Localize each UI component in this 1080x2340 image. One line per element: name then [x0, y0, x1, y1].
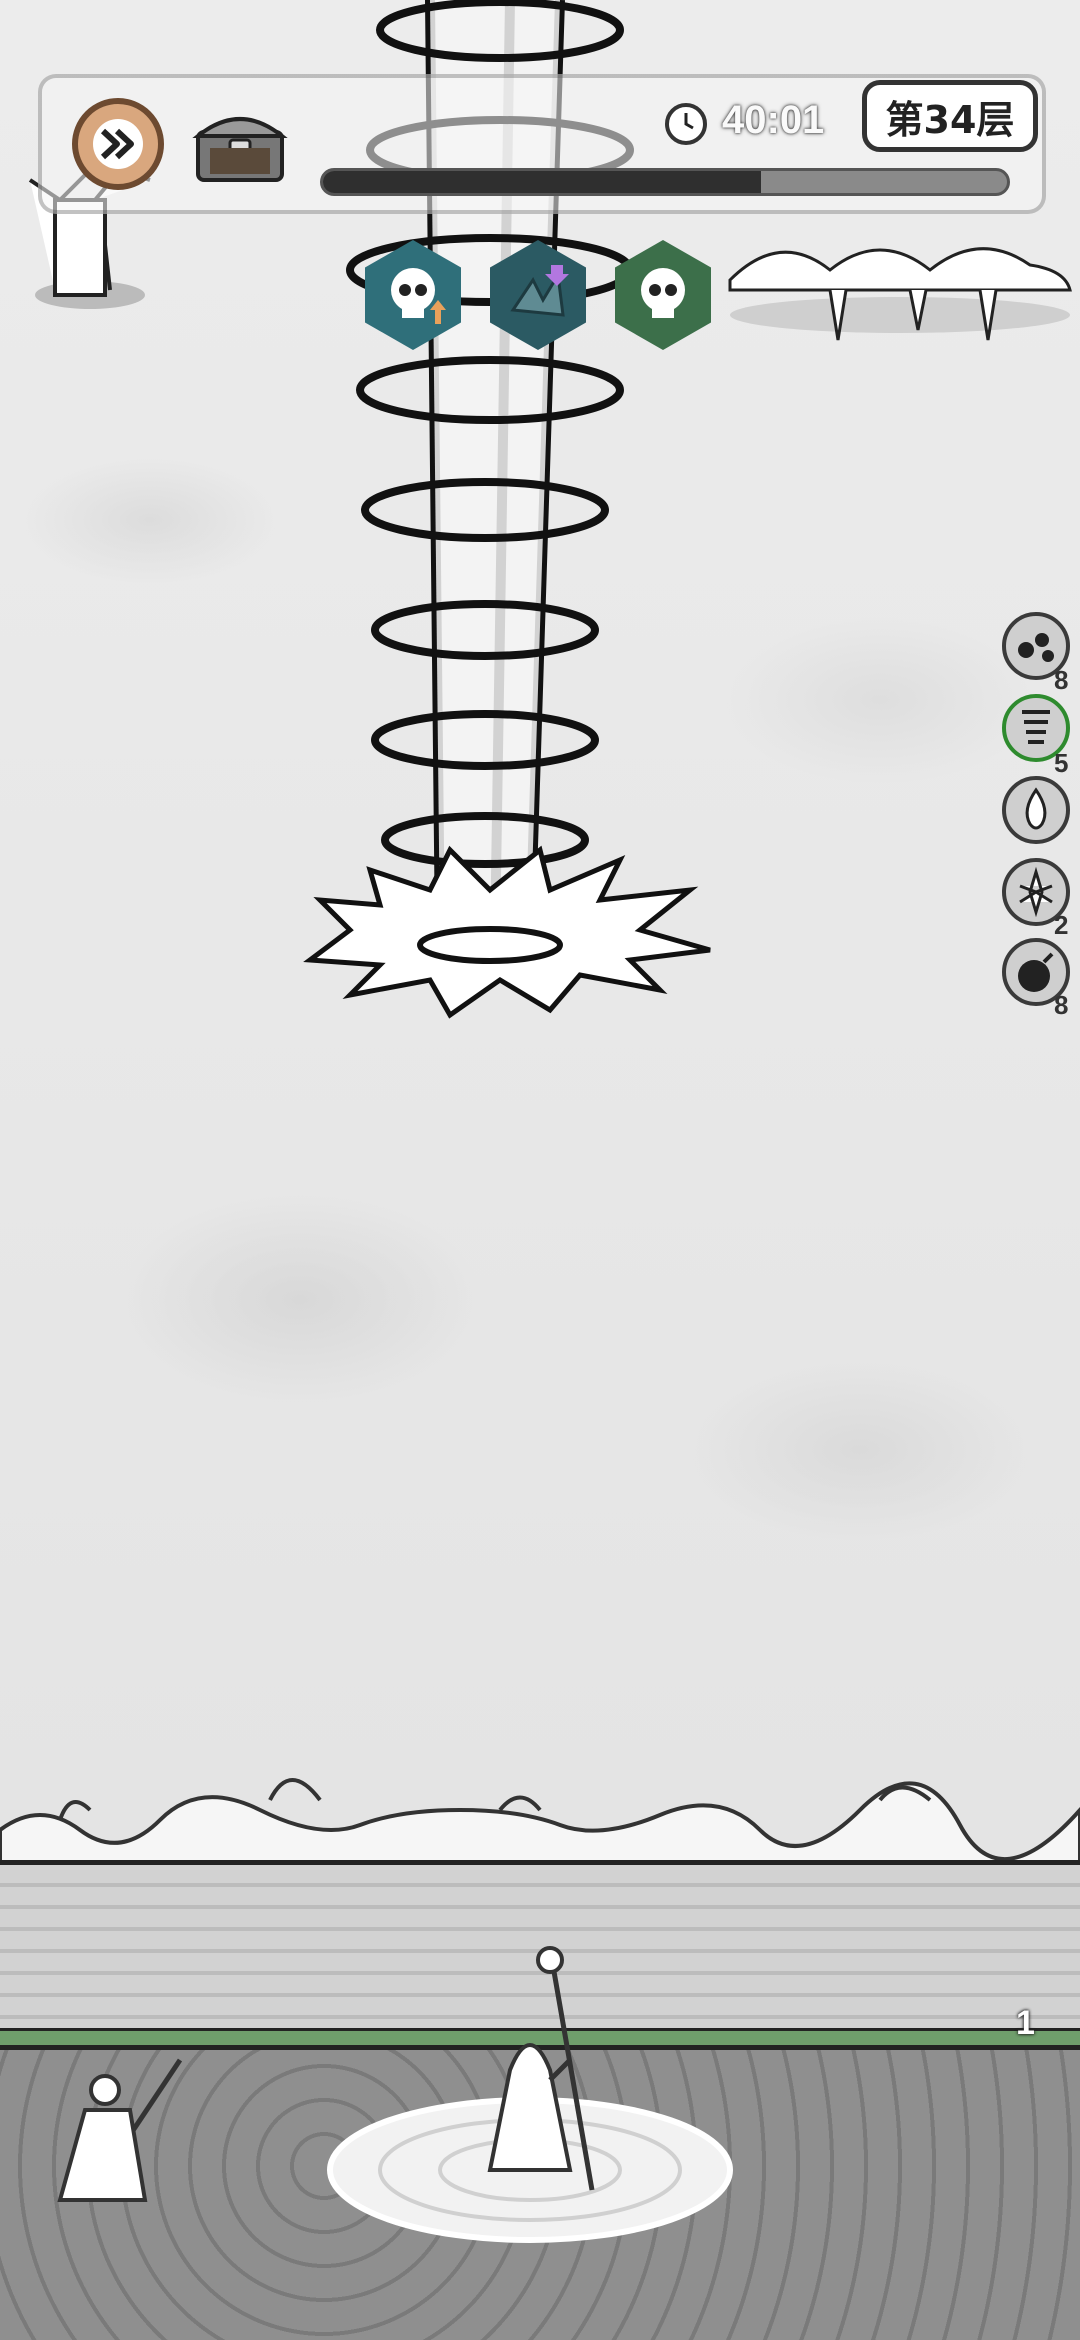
skull-icon [641, 268, 685, 318]
wall-level: 1 [1016, 2004, 1035, 2042]
skull-icon [391, 268, 446, 324]
mage-hero-icon[interactable] [460, 1940, 610, 2220]
fast-forward-button[interactable] [72, 98, 164, 190]
fast-forward-icon [93, 119, 143, 169]
shard-icon [510, 265, 569, 317]
skill-tornado-count: 5 [1054, 748, 1069, 778]
wall-top-wave [0, 1778, 1080, 1870]
skill-ghost-fire-button[interactable] [1002, 776, 1070, 844]
skill-bomb-count: 8 [1054, 990, 1069, 1020]
wave-progress-bar [320, 168, 1010, 196]
skill-ice-crystal-count: 2 [1054, 910, 1069, 940]
clock-icon [665, 103, 707, 145]
wave-progress-fill [323, 171, 761, 193]
skill-dark-drops-count: 8 [1054, 665, 1069, 695]
timer: 40:01 [722, 98, 825, 142]
spiky-creatures-icon [728, 247, 1072, 341]
floor-badge: 第34层 [862, 80, 1038, 152]
treasure-chest-icon[interactable] [190, 102, 290, 186]
spear-hero-icon[interactable] [50, 2040, 200, 2210]
ghost-fire-icon [1025, 787, 1047, 830]
